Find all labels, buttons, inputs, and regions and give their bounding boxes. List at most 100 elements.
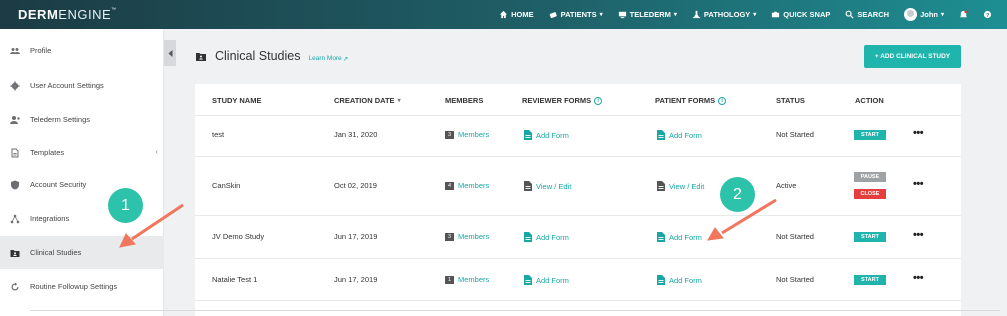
- study-name[interactable]: test: [212, 130, 224, 139]
- creation-date: Jun 17, 2019: [334, 275, 378, 284]
- avatar: [904, 8, 918, 21]
- members-link[interactable]: 1 Members: [445, 275, 489, 284]
- reviewer-add-form-link[interactable]: Add Form: [524, 275, 569, 285]
- reviewer-view-edit-link[interactable]: View / Edit: [524, 181, 571, 191]
- form-icon: [657, 181, 665, 191]
- members-link[interactable]: 3 Members: [445, 130, 489, 139]
- chevron-down-icon: ▾: [940, 12, 944, 18]
- study-name[interactable]: Natalie Test 1: [212, 275, 257, 284]
- sidebar-collapse-button[interactable]: [164, 40, 176, 66]
- sidebar-item-telederm-settings[interactable]: Telederm Settings: [0, 103, 164, 136]
- start-button[interactable]: START: [854, 130, 886, 140]
- creation-date: Oct 02, 2019: [334, 181, 377, 190]
- members-link[interactable]: 3 Members: [445, 232, 489, 241]
- help-icon: ?: [983, 10, 992, 19]
- nav-quick-snap[interactable]: QUICK SNAP: [771, 10, 830, 19]
- info-icon[interactable]: i: [718, 96, 727, 105]
- divider: [195, 258, 961, 259]
- start-button[interactable]: START: [854, 275, 886, 285]
- refresh-icon: [11, 282, 19, 290]
- patients-icon: [549, 12, 557, 19]
- user-menu[interactable]: John ▾: [904, 8, 944, 21]
- status-text: Not Started: [776, 130, 814, 139]
- add-clinical-study-button[interactable]: + ADD CLINICAL STUDY: [864, 45, 961, 68]
- step-marker-2: 2: [720, 177, 755, 212]
- members-count-badge: 3: [445, 232, 454, 241]
- page-header: Clinical Studies Learn More ↗: [196, 49, 348, 63]
- study-name[interactable]: CanSkin: [212, 181, 240, 190]
- pause-button[interactable]: PAUSE: [854, 172, 886, 182]
- members-count-badge: 1: [445, 275, 454, 284]
- creation-date: Jan 31, 2020: [334, 130, 378, 139]
- patient-view-edit-link[interactable]: View / Edit: [657, 181, 704, 191]
- app-logo[interactable]: DERMENGINE™: [18, 7, 117, 22]
- divider: [195, 300, 961, 301]
- notifications-button[interactable]: [959, 10, 968, 19]
- nav-telederm[interactable]: TELEDERM ▾: [618, 10, 677, 19]
- bell-icon: [959, 10, 968, 18]
- top-navbar: DERMENGINE™ HOME PATIENTS ▾ TELEDERM ▾ PAT…: [0, 0, 1007, 29]
- form-icon: [524, 232, 532, 242]
- reviewer-add-form-link[interactable]: Add Form: [524, 232, 569, 242]
- members-link[interactable]: 4 Members: [445, 181, 489, 190]
- form-icon: [657, 275, 665, 285]
- sidebar-item-routine-followup-settings[interactable]: Routine Followup Settings: [0, 270, 164, 303]
- external-link-icon: ↗: [342, 55, 349, 63]
- people-icon: [10, 47, 20, 54]
- document-icon: [11, 148, 19, 157]
- form-icon: [524, 130, 532, 140]
- chevron-down-icon: ▾: [753, 12, 757, 18]
- column-header-members: MEMBERS: [445, 96, 484, 105]
- more-options-icon[interactable]: •••: [913, 178, 924, 190]
- sidebar-item-user-account-settings[interactable]: User Account Settings: [0, 69, 164, 102]
- form-icon: [657, 130, 665, 140]
- sidebar-item-clinical-studies[interactable]: Clinical Studies: [0, 236, 164, 269]
- reviewer-add-form-link[interactable]: Add Form: [524, 130, 569, 140]
- nav-search[interactable]: SEARCH: [845, 10, 889, 19]
- folder-user-icon: [10, 249, 20, 257]
- status-text: Not Started: [776, 232, 814, 241]
- patient-add-form-link[interactable]: Add Form: [657, 232, 702, 242]
- page-title: Clinical Studies: [215, 49, 301, 63]
- column-header-action: ACTION: [855, 96, 884, 105]
- nav-pathology[interactable]: PATHOLOGY ▾: [692, 10, 756, 19]
- column-header-reviewer-forms: REVIEWER FORMS i: [522, 96, 603, 105]
- chevron-left-icon: [168, 49, 172, 57]
- nav-patients[interactable]: PATIENTS ▾: [549, 10, 603, 19]
- creation-date: Jun 17, 2019: [334, 232, 378, 241]
- gear-icon: [10, 81, 20, 90]
- home-icon: [500, 10, 508, 19]
- help-button[interactable]: ?: [983, 10, 992, 19]
- sort-desc-icon: ▾: [397, 98, 401, 104]
- nav-home[interactable]: HOME: [499, 10, 534, 19]
- study-name[interactable]: JV Demo Study: [212, 232, 264, 241]
- more-options-icon[interactable]: •••: [913, 229, 924, 241]
- more-options-icon[interactable]: •••: [913, 272, 924, 284]
- form-icon: [524, 181, 532, 191]
- learn-more-link[interactable]: Learn More ↗: [308, 55, 348, 63]
- column-header-status: STATUS: [776, 96, 805, 105]
- info-icon[interactable]: i: [594, 96, 603, 105]
- divider: [195, 215, 961, 216]
- settings-sidebar: Profile User Account Settings Telederm S…: [0, 29, 164, 316]
- sidebar-item-templates[interactable]: Templates ‹: [0, 136, 164, 169]
- start-button[interactable]: START: [854, 232, 886, 242]
- step-marker-1: 1: [108, 188, 143, 223]
- telederm-icon: [618, 11, 626, 19]
- column-header-creation-date[interactable]: CREATION DATE ▾: [334, 96, 401, 105]
- form-icon: [524, 275, 532, 285]
- column-header-study-name: STUDY NAME: [212, 96, 262, 105]
- folder-user-icon: [196, 53, 206, 61]
- camera-icon: [772, 11, 780, 18]
- patient-add-form-link[interactable]: Add Form: [657, 130, 702, 140]
- status-text: Not Started: [776, 275, 814, 284]
- chevron-down-icon: ▾: [673, 12, 677, 18]
- user-settings-icon: [10, 115, 20, 124]
- close-button[interactable]: CLOSE: [854, 189, 886, 199]
- patient-add-form-link[interactable]: Add Form: [657, 275, 702, 285]
- pathology-icon: [692, 10, 700, 19]
- sidebar-item-profile[interactable]: Profile: [0, 34, 164, 67]
- more-options-icon[interactable]: •••: [913, 127, 924, 139]
- divider: [30, 310, 1000, 311]
- search-icon: [845, 10, 854, 19]
